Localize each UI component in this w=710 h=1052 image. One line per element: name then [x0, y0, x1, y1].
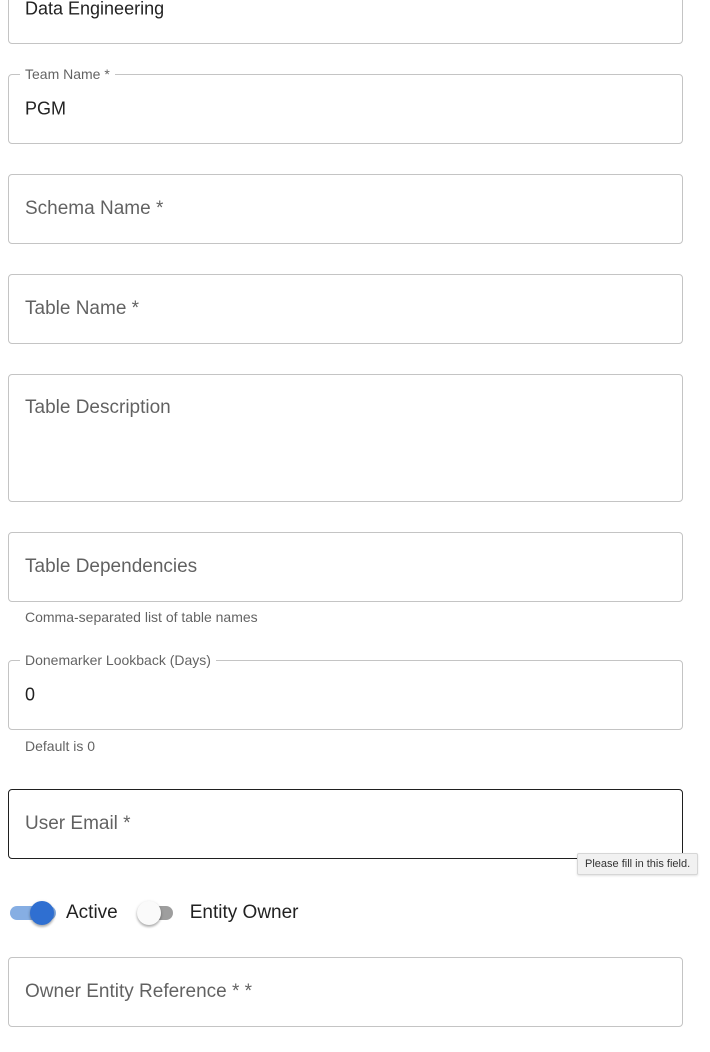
form-page: Data Engineering Team Name * PGM Schema … [0, 0, 710, 1052]
table-description-placeholder: Table Description [25, 397, 171, 418]
department-field[interactable]: Data Engineering [8, 0, 683, 44]
validation-tooltip: Please fill in this field. [577, 853, 699, 875]
switch-row: Active Entity Owner [8, 896, 299, 930]
table-description-field[interactable]: Table Description [8, 374, 683, 502]
department-value: Data Engineering [25, 0, 165, 19]
active-label: Active [66, 902, 118, 923]
team-name-value: PGM [25, 98, 67, 119]
donemarker-lookback-value: 0 [25, 684, 36, 705]
owner-entity-reference-placeholder: Owner Entity Reference * * [25, 981, 253, 1002]
team-name-label: Team Name * [20, 66, 115, 82]
owner-entity-reference-field[interactable]: Owner Entity Reference * * [8, 957, 683, 1027]
donemarker-lookback-label: Donemarker Lookback (Days) [20, 652, 216, 668]
table-dependencies-helper: Comma-separated list of table names [25, 609, 258, 625]
user-email-field[interactable]: User Email * [8, 789, 683, 859]
table-dependencies-placeholder: Table Dependencies [25, 556, 198, 577]
team-name-field[interactable]: Team Name * PGM [8, 66, 683, 144]
schema-name-field[interactable]: Schema Name * [8, 174, 683, 244]
table-name-placeholder: Table Name * [25, 298, 140, 319]
active-switch[interactable] [8, 896, 58, 930]
entity-owner-label: Entity Owner [189, 902, 299, 923]
active-switch-thumb[interactable] [30, 901, 54, 925]
entity-owner-switch[interactable] [136, 896, 186, 930]
table-dependencies-field[interactable]: Table Dependencies [8, 532, 683, 602]
table-name-field[interactable]: Table Name * [8, 274, 683, 344]
entity-owner-switch-thumb[interactable] [136, 901, 161, 925]
donemarker-lookback-helper: Default is 0 [25, 738, 96, 754]
schema-name-placeholder: Schema Name * [25, 198, 164, 219]
user-email-placeholder: User Email * [25, 813, 131, 834]
donemarker-lookback-field[interactable]: Donemarker Lookback (Days) 0 [8, 652, 683, 730]
